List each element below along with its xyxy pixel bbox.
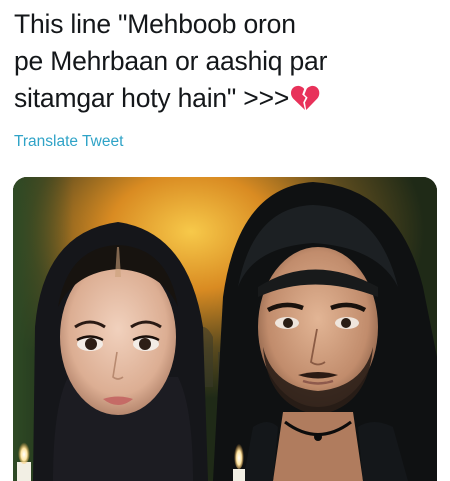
tweet-text-line-3-text: sitamgar hoty hain" >>> [14,83,290,113]
tweet-text: This line "Mehboob oron pe Mehrbaan or a… [14,6,444,117]
tweet-text-line-2: pe Mehrbaan or aashiq par [14,46,328,76]
poster-image [13,177,437,481]
translate-tweet-link[interactable]: Translate Tweet [14,133,123,151]
tweet-media-image[interactable] [13,177,437,481]
tweet-text-line-3: sitamgar hoty hain" >>> [14,80,444,117]
broken-heart-icon [290,84,320,110]
tweet-text-line-1: This line "Mehboob oron [14,9,296,39]
